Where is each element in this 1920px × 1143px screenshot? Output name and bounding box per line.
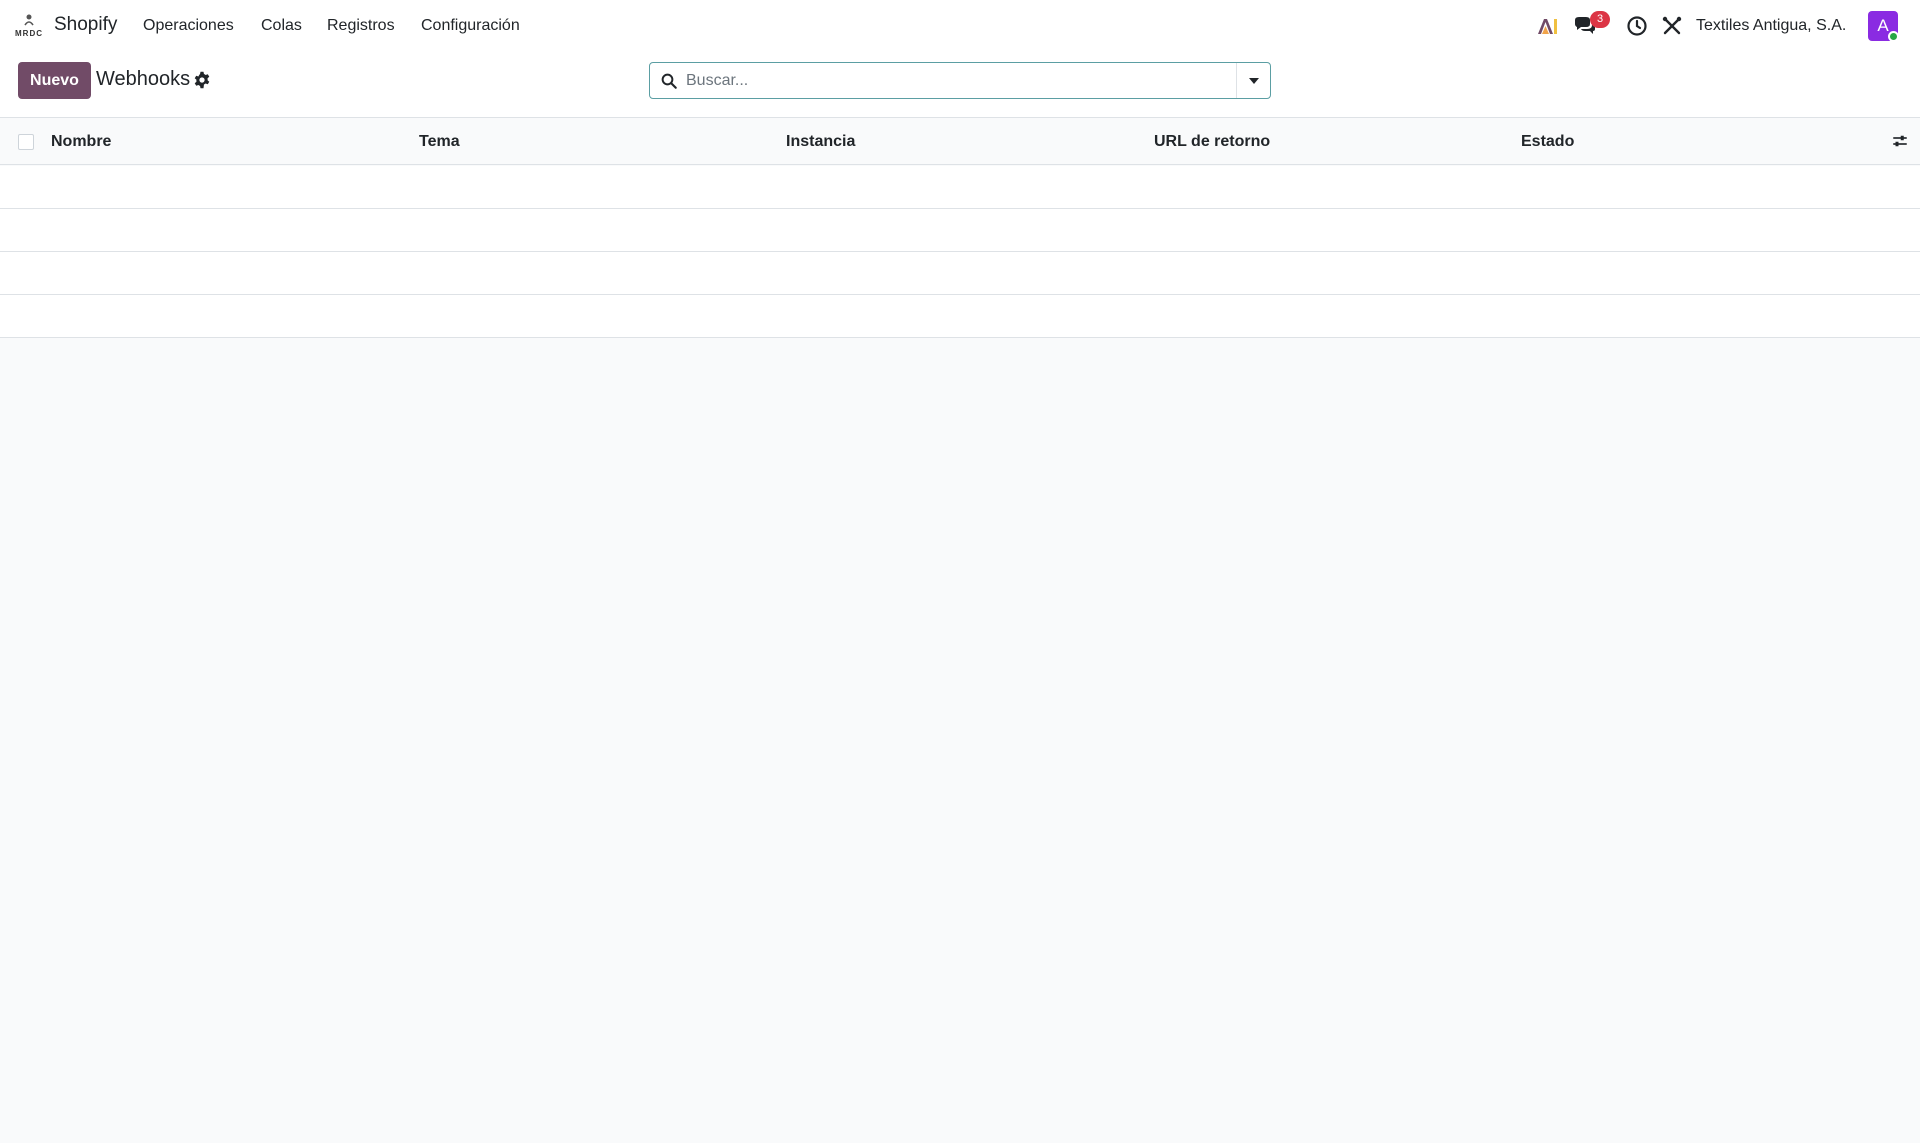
column-header-url-retorno[interactable]: URL de retorno bbox=[1154, 133, 1270, 151]
empty-row bbox=[0, 209, 1920, 252]
app-name[interactable]: Shopify bbox=[54, 14, 117, 36]
select-all-checkbox[interactable] bbox=[18, 134, 34, 150]
menu-item-operaciones[interactable]: Operaciones bbox=[143, 17, 234, 35]
search-input[interactable] bbox=[686, 64, 1226, 97]
optional-columns-icon[interactable] bbox=[1891, 132, 1909, 150]
top-navbar: MRDC Shopify Operaciones Colas Registros… bbox=[0, 0, 1920, 52]
clock-icon[interactable] bbox=[1625, 14, 1649, 38]
shopify-logo-icon[interactable]: MRDC bbox=[14, 13, 44, 39]
company-switcher[interactable]: Textiles Antigua, S.A. bbox=[1696, 17, 1846, 35]
messages-count-badge: 3 bbox=[1590, 11, 1610, 28]
ai-assistant-icon[interactable] bbox=[1535, 14, 1559, 38]
search-box bbox=[649, 62, 1271, 99]
search-options-toggle[interactable] bbox=[1236, 63, 1270, 98]
column-header-estado[interactable]: Estado bbox=[1521, 133, 1574, 151]
caret-down-icon bbox=[1249, 78, 1259, 84]
menu-item-registros[interactable]: Registros bbox=[327, 17, 395, 35]
page-title: Webhooks bbox=[96, 68, 191, 90]
empty-row bbox=[0, 295, 1920, 338]
online-status-indicator bbox=[1888, 31, 1899, 42]
column-header-tema[interactable]: Tema bbox=[419, 133, 460, 151]
column-header-nombre[interactable]: Nombre bbox=[51, 133, 111, 151]
column-header-instancia[interactable]: Instancia bbox=[786, 133, 855, 151]
list-header: Nombre Tema Instancia URL de retorno Est… bbox=[0, 118, 1920, 165]
menu-item-configuracion[interactable]: Configuración bbox=[421, 17, 520, 35]
empty-row bbox=[0, 252, 1920, 295]
new-button[interactable]: Nuevo bbox=[18, 62, 91, 99]
control-panel: Nuevo Webhooks bbox=[0, 52, 1920, 118]
gear-icon[interactable] bbox=[193, 71, 211, 89]
menu-item-colas[interactable]: Colas bbox=[261, 17, 302, 35]
empty-row bbox=[0, 166, 1920, 209]
svg-text:MRDC: MRDC bbox=[15, 29, 43, 38]
search-icon bbox=[661, 73, 677, 89]
tools-icon[interactable] bbox=[1660, 14, 1684, 38]
